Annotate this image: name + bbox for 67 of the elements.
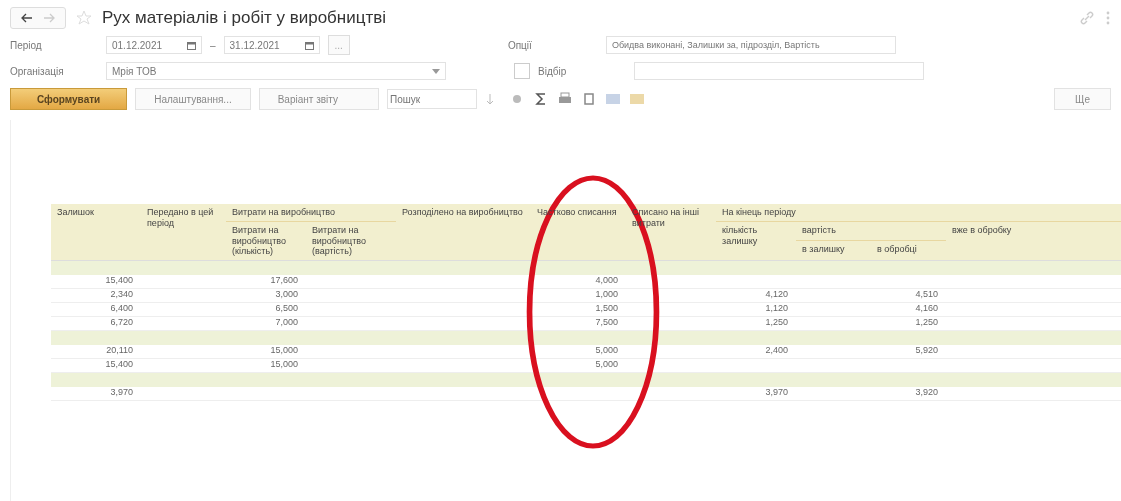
table-cell: 3,970 [765,387,788,398]
table-cell: 4,120 [765,289,788,300]
table-cell: 7,000 [275,317,298,328]
generate-button[interactable]: Сформувати [10,88,128,110]
table-cell: 2,400 [765,345,788,356]
column-header: Передано в цей період [146,206,215,230]
table-cell: 2,340 [110,289,133,300]
table-cell: 4,000 [595,275,618,286]
table-cell: 15,000 [270,345,298,356]
search-field[interactable]: Пошук [387,89,477,109]
table-cell: 20,110 [106,345,133,356]
column-header: Витрати на виробництво (вартість) [311,223,367,259]
window-title: Рух матеріалів і робіт у виробництві [102,8,387,28]
table-cell: 15,400 [105,359,133,370]
table-cell: 1,120 [765,303,788,314]
table-cell: 5,000 [595,359,618,370]
dropdown-icon [432,68,440,74]
settings-button[interactable]: Налаштування... [135,88,251,110]
table-cell: 3,920 [915,387,938,398]
table-cell: 15,000 [270,359,298,370]
table-cell: 17,600 [270,275,298,286]
more-button[interactable]: Ще [1054,88,1111,110]
options-label: Опції [507,39,533,51]
selection-label: Відбір [538,65,568,77]
period-label: Період [10,39,43,51]
column-header: в обробці [876,243,918,257]
table-cell: 6,500 [275,303,298,314]
link-icon[interactable] [1079,10,1095,26]
organization-label: Організація [10,65,65,77]
column-header: вартість [796,221,946,242]
table-cell: 4,510 [915,289,938,300]
table-cell: 5,920 [915,345,938,356]
date-to-field[interactable]: 31.12.2021 [223,36,320,54]
selection-checkbox[interactable] [514,63,530,79]
report-variant-button[interactable]: Варіант звіту [258,88,379,110]
calendar-icon [304,40,314,50]
options-field[interactable]: Обидва виконані, Залишки за, підрозділ, Вартість [605,36,896,54]
forward-arrow-icon [43,13,55,23]
table-cell: 1,250 [915,317,938,328]
column-header: кількість залишку [721,223,759,248]
back-button[interactable] [10,7,66,29]
back-arrow-icon [21,13,33,23]
table-cell: 1,500 [595,303,618,314]
column-header: Розподілено на виробництво [401,206,524,219]
table-cell: 7,500 [595,317,618,328]
table-cell: 15,400 [105,275,133,286]
date-separator: – [210,39,216,51]
star-icon[interactable] [76,10,92,26]
table-cell: 3,000 [275,289,298,300]
selection-field[interactable] [634,62,924,80]
table-cell: 1,000 [595,289,618,300]
more-icon[interactable] [1105,10,1111,26]
table-cell: 5,000 [595,345,618,356]
calendar-icon [187,40,196,50]
column-header: в залишку [801,243,846,257]
table-cell: 6,400 [110,303,133,314]
table-cell: 3,970 [110,387,133,398]
column-header: Витрати на виробництво (кількість) [231,223,287,259]
column-header: Витрати на виробництво [226,204,396,222]
column-header: Залишок [56,206,95,219]
table-cell: 6,720 [110,317,133,328]
date-from-field[interactable]: 01.12.2021 [106,36,202,54]
table-cell: 4,160 [915,303,938,314]
column-header: На кінець періоду [716,204,1121,222]
table-cell: 1,250 [765,317,788,328]
organization-field[interactable]: Мрія ТОВ [106,62,446,80]
column-header: вже в обробку [951,223,1013,237]
